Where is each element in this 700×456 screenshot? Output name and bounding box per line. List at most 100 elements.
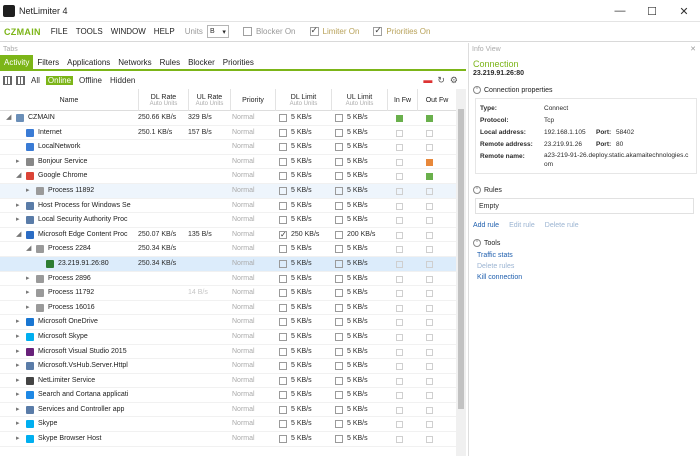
dl-limit-checkbox[interactable]: [279, 245, 287, 254]
priority[interactable]: Normal: [232, 272, 277, 286]
expand-arrow-icon[interactable]: [16, 140, 24, 154]
dl-limit[interactable]: 5 KB/s: [291, 388, 312, 402]
refresh-icon[interactable]: ↻: [437, 75, 445, 86]
delete-rules-link[interactable]: Delete rules: [477, 261, 700, 272]
out-fw-checkbox[interactable]: [426, 304, 433, 312]
table-row[interactable]: ▸ Search and Cortana applicati Normal 5 KB/…: [0, 388, 456, 403]
col-name[interactable]: Name: [0, 89, 138, 111]
expand-arrow-icon[interactable]: ▸: [26, 286, 34, 300]
priority[interactable]: Normal: [232, 388, 277, 402]
table-row[interactable]: ▸ NetLimiter Service Normal 5 KB/s 5 KB/s: [0, 374, 456, 389]
dl-limit-checkbox[interactable]: [279, 201, 287, 210]
in-fw-checkbox[interactable]: [396, 158, 403, 166]
menu-tools[interactable]: TOOLS: [76, 27, 103, 36]
in-fw-checkbox[interactable]: [396, 348, 403, 356]
table-row[interactable]: 23.219.91.26:80 250.34 KB/s Normal 5 KB/s 5 …: [0, 256, 456, 272]
out-fw-checkbox[interactable]: [426, 406, 433, 414]
ul-limit[interactable]: 5 KB/s: [347, 184, 368, 198]
out-fw-checkbox[interactable]: [426, 319, 433, 327]
in-fw-checkbox[interactable]: [396, 319, 403, 327]
out-fw-checkbox[interactable]: [426, 202, 433, 210]
dl-limit-checkbox[interactable]: [279, 289, 287, 298]
dl-limit[interactable]: 5 KB/s: [291, 330, 312, 344]
table-row[interactable]: ▸ Process 16016 Normal 5 KB/s 5 KB/s: [0, 301, 456, 316]
col-ul-rate[interactable]: UL Rate Auto Units: [188, 89, 230, 111]
ul-limit[interactable]: 5 KB/s: [347, 374, 368, 388]
add-rule-link[interactable]: Add rule: [473, 222, 499, 229]
priority[interactable]: Normal: [232, 330, 277, 344]
table-row[interactable]: ▸ Services and Controller app Normal 5 KB/s…: [0, 403, 456, 418]
priorities-checkbox[interactable]: [373, 25, 383, 36]
expand-arrow-icon[interactable]: ◢: [16, 228, 24, 242]
machine-name[interactable]: CZMAIN: [4, 27, 41, 37]
dl-limit[interactable]: 5 KB/s: [291, 140, 312, 154]
out-fw-checkbox[interactable]: [426, 275, 433, 283]
vertical-scrollbar[interactable]: [456, 89, 466, 456]
expand-arrow-icon[interactable]: ▸: [16, 374, 24, 388]
in-fw-checkbox[interactable]: [396, 231, 403, 239]
dl-limit[interactable]: 5 KB/s: [291, 213, 312, 227]
tab-networks[interactable]: Networks: [114, 55, 155, 70]
ul-limit-checkbox[interactable]: [335, 186, 343, 195]
expand-arrow-icon[interactable]: ▸: [16, 432, 24, 446]
blocker-toggle[interactable]: Blocker On: [242, 27, 296, 36]
priority[interactable]: Normal: [232, 228, 277, 242]
in-fw-checkbox[interactable]: [396, 333, 403, 341]
in-fw-checkbox[interactable]: [396, 275, 403, 283]
table-row[interactable]: ▸ Bonjour Service Normal 5 KB/s 5 KB/s: [0, 155, 456, 170]
maximize-button[interactable]: ☐: [636, 0, 668, 22]
dl-limit[interactable]: 5 KB/s: [291, 199, 312, 213]
dl-limit-checkbox[interactable]: [279, 347, 287, 356]
columns-view-icon[interactable]: [16, 76, 25, 85]
dl-limit[interactable]: 5 KB/s: [291, 417, 312, 431]
ul-limit[interactable]: 5 KB/s: [347, 432, 368, 446]
table-row[interactable]: ▸ Host Process for Windows Se Normal 5 KB/s…: [0, 199, 456, 214]
dl-limit-checkbox[interactable]: [279, 405, 287, 414]
col-out-fw[interactable]: Out Fw: [417, 89, 456, 111]
ul-limit[interactable]: 5 KB/s: [347, 155, 368, 169]
expand-arrow-icon[interactable]: [16, 126, 24, 140]
dl-limit[interactable]: 5 KB/s: [291, 301, 312, 315]
ul-limit-checkbox[interactable]: [335, 245, 343, 254]
priority[interactable]: Normal: [232, 315, 277, 329]
ul-limit[interactable]: 200 KB/s: [347, 228, 375, 242]
expand-arrow-icon[interactable]: [36, 257, 44, 271]
dl-limit[interactable]: 5 KB/s: [291, 345, 312, 359]
dl-limit-checkbox[interactable]: [279, 376, 287, 385]
in-fw-checkbox[interactable]: [396, 392, 403, 400]
priority[interactable]: Normal: [232, 432, 277, 446]
priority[interactable]: Normal: [232, 301, 277, 315]
dl-limit-checkbox[interactable]: [279, 274, 287, 283]
out-fw-checkbox[interactable]: [426, 436, 433, 444]
dl-limit[interactable]: 5 KB/s: [291, 359, 312, 373]
in-fw-checkbox[interactable]: [396, 173, 403, 181]
in-fw-checkbox[interactable]: [396, 202, 403, 210]
priority[interactable]: Normal: [232, 111, 277, 125]
expand-arrow-icon[interactable]: ◢: [26, 242, 34, 256]
dl-limit[interactable]: 5 KB/s: [291, 111, 312, 125]
kill-connection-link[interactable]: Kill connection: [477, 272, 700, 283]
gear-icon[interactable]: ⚙: [450, 75, 458, 86]
filter-online[interactable]: Online: [45, 76, 74, 85]
in-fw-checkbox[interactable]: [396, 421, 403, 429]
dl-limit-checkbox[interactable]: [279, 259, 287, 268]
in-fw-checkbox[interactable]: [396, 406, 403, 414]
dl-limit[interactable]: 5 KB/s: [291, 286, 312, 300]
dl-limit-checkbox[interactable]: [279, 157, 287, 166]
expand-arrow-icon[interactable]: ▸: [16, 403, 24, 417]
out-fw-checkbox[interactable]: [426, 115, 433, 122]
priority[interactable]: Normal: [232, 374, 277, 388]
table-row[interactable]: ◢ Google Chrome Normal 5 KB/s 5 KB/s: [0, 169, 456, 184]
menu-window[interactable]: WINDOW: [111, 27, 146, 36]
priority[interactable]: Normal: [232, 184, 277, 198]
ul-limit[interactable]: 5 KB/s: [347, 126, 368, 140]
priority[interactable]: Normal: [232, 417, 277, 431]
units-select[interactable]: B ▾: [206, 25, 229, 38]
out-fw-checkbox[interactable]: [426, 421, 433, 429]
table-row[interactable]: ▸ Microsoft Visual Studio 2015 Normal 5 KB/…: [0, 345, 456, 360]
ul-limit-checkbox[interactable]: [335, 216, 343, 225]
in-fw-checkbox[interactable]: [396, 363, 403, 371]
table-row[interactable]: ▸ Process 2896 Normal 5 KB/s 5 KB/s: [0, 272, 456, 287]
collapse-icon[interactable]: ⌃: [473, 186, 481, 194]
expand-arrow-icon[interactable]: ▸: [16, 345, 24, 359]
